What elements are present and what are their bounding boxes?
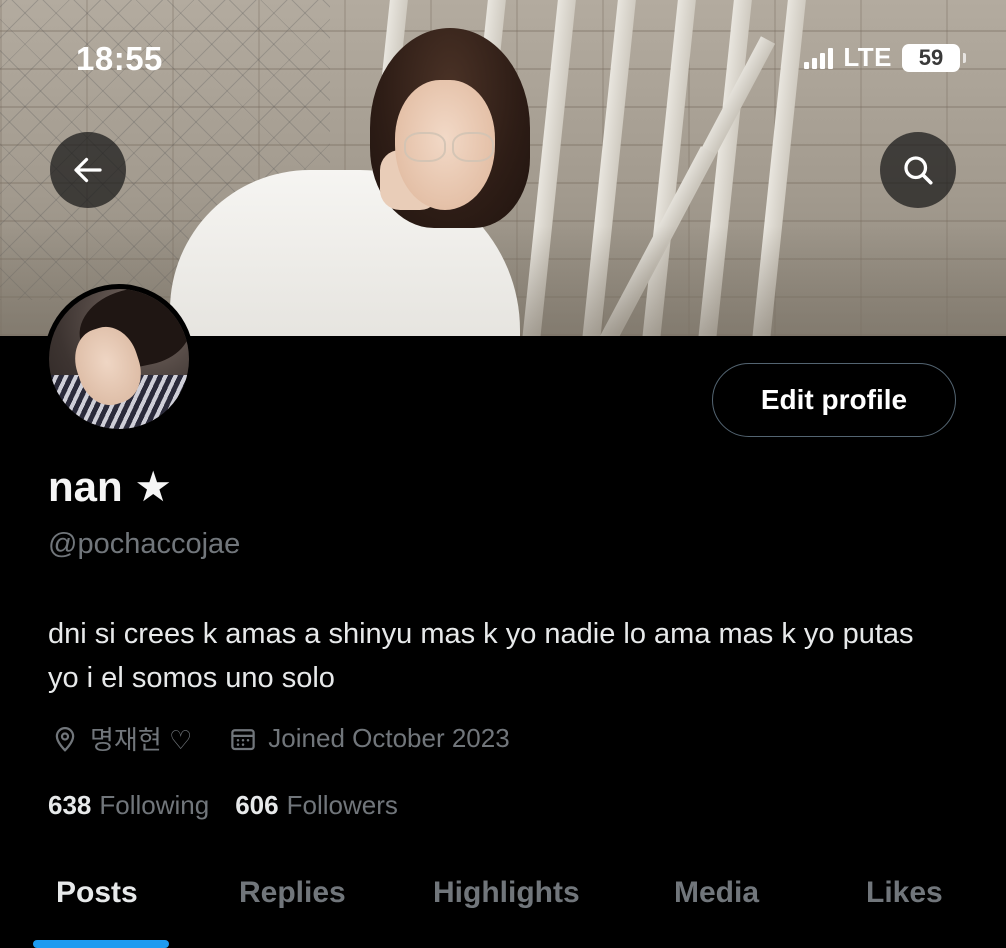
followers-link[interactable]: 606 Followers — [235, 790, 398, 821]
profile-bio: dni si crees k amas a shinyu mas k yo na… — [48, 618, 914, 694]
battery-icon: 59 — [902, 43, 966, 72]
location-text: 명재현 ♡ — [90, 725, 193, 755]
avatar[interactable] — [44, 284, 194, 434]
tab-posts[interactable]: Posts — [56, 876, 138, 910]
search-button[interactable] — [880, 132, 956, 208]
signal-strength-icon — [804, 47, 834, 69]
active-tab-indicator — [33, 940, 169, 948]
calendar-icon — [231, 728, 256, 750]
header-banner-image[interactable]: 18:55 LTE 59 — [0, 0, 1006, 336]
profile-meta: 명재현 ♡ Joined October 2023 — [50, 720, 546, 757]
display-name: nan ★ — [48, 463, 172, 510]
follow-stats: 638 Following 606 Followers — [48, 790, 398, 821]
following-count: 638 — [48, 790, 92, 820]
back-button[interactable] — [50, 132, 126, 208]
profile-tabs: Posts Replies Highlights Media Likes — [0, 862, 1006, 948]
arrow-left-icon — [74, 157, 102, 183]
edit-profile-button[interactable]: Edit profile — [712, 363, 956, 437]
tab-likes[interactable]: Likes — [866, 876, 943, 910]
avatar-image — [49, 289, 189, 429]
followers-count: 606 — [235, 790, 279, 820]
followers-label: Followers — [286, 790, 398, 820]
location-pin-icon — [55, 726, 75, 752]
status-time: 18:55 — [76, 40, 163, 77]
tab-highlights[interactable]: Highlights — [433, 876, 580, 910]
following-link[interactable]: 638 Following — [48, 790, 209, 821]
status-indicators: LTE 59 — [804, 42, 966, 73]
tab-replies[interactable]: Replies — [239, 876, 346, 910]
search-icon — [904, 156, 933, 185]
following-label: Following — [99, 790, 210, 820]
user-handle: @pochaccojae — [48, 528, 241, 560]
joined-text: Joined October 2023 — [268, 723, 510, 753]
profile-location: 명재현 ♡ — [50, 720, 192, 757]
profile-joined: Joined October 2023 — [228, 723, 510, 754]
banner-person — [170, 20, 550, 336]
network-type: LTE — [843, 42, 892, 72]
tab-media[interactable]: Media — [674, 876, 759, 910]
